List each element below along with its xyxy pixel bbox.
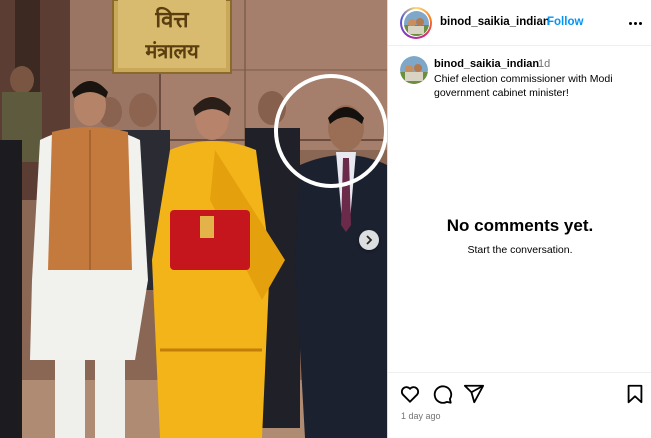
more-horizontal-icon bbox=[633, 21, 637, 25]
avatar-image bbox=[403, 10, 429, 36]
post-header: binod_saikia_indian • Follow bbox=[388, 0, 651, 46]
more-horizontal-icon bbox=[638, 21, 642, 25]
avatar[interactable] bbox=[400, 7, 432, 39]
no-comments-subtitle: Start the conversation. bbox=[467, 244, 573, 256]
post-time-ago[interactable]: 1 day ago bbox=[401, 411, 441, 421]
bookmark-icon[interactable] bbox=[624, 383, 646, 405]
more-options-button[interactable] bbox=[626, 14, 644, 32]
caption-avatar[interactable] bbox=[400, 56, 428, 84]
sign-line-2: मंत्रालय bbox=[144, 39, 200, 63]
more-horizontal-icon bbox=[628, 21, 632, 25]
chevron-right-icon bbox=[366, 235, 373, 245]
caption-timestamp[interactable]: 1d bbox=[538, 58, 550, 70]
no-comments-title: No comments yet. bbox=[446, 216, 594, 235]
header-username[interactable]: binod_saikia_indian bbox=[440, 16, 550, 28]
heart-icon[interactable] bbox=[399, 383, 421, 405]
photo-scene: वित्त मंत्रालय bbox=[0, 0, 387, 438]
sign-line-1: वित्त bbox=[154, 6, 189, 33]
post-photo[interactable]: वित्त मंत्रालय bbox=[0, 0, 387, 438]
caption-text: Chief election commissioner with Modi go… bbox=[434, 73, 613, 99]
send-icon[interactable] bbox=[463, 383, 485, 405]
post-actions: 1 day ago bbox=[388, 372, 651, 438]
caption-username[interactable]: binod_saikia_indian bbox=[434, 58, 539, 70]
comment-icon[interactable] bbox=[431, 383, 453, 405]
header-separator: • bbox=[538, 15, 542, 27]
follow-button[interactable]: Follow bbox=[547, 16, 583, 28]
next-photo-button[interactable] bbox=[359, 230, 379, 250]
post-side-panel: binod_saikia_indian • Follow binod_saiki… bbox=[387, 0, 651, 438]
